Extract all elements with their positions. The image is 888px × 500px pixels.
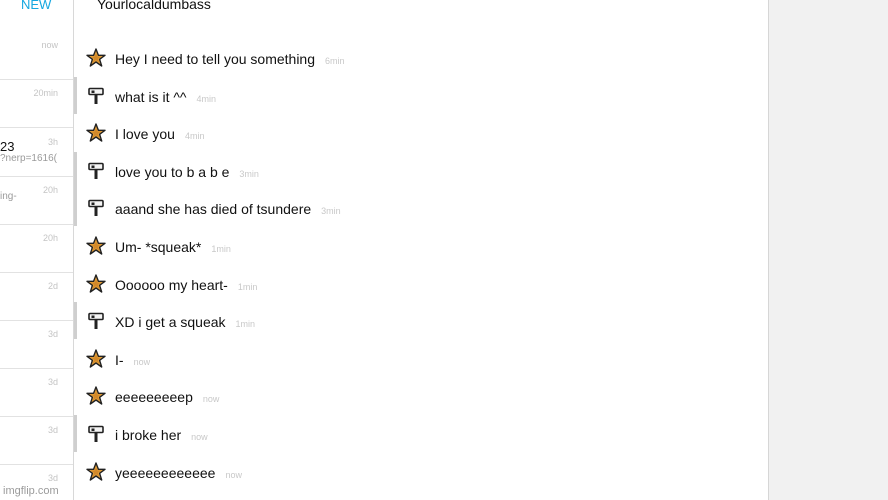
conversation-item[interactable]: now bbox=[0, 32, 73, 80]
message-text-wrap: I love you 4min bbox=[115, 126, 204, 142]
message-text-wrap: yeeeeeeeeeeee now bbox=[115, 465, 242, 481]
chat-message: yeeeeeeeeeeee now bbox=[74, 453, 768, 490]
hammer-icon[interactable] bbox=[86, 424, 106, 444]
chat-message: I love you 4min bbox=[74, 114, 768, 151]
conversation-item[interactable]: 3h 23 ?nerp=1616( bbox=[0, 129, 73, 177]
right-panel bbox=[768, 0, 888, 500]
star-icon[interactable] bbox=[86, 236, 106, 256]
star-icon[interactable] bbox=[86, 349, 106, 369]
star-icon[interactable] bbox=[86, 48, 106, 68]
message-text-wrap: aaand she has died of tsundere 3min bbox=[115, 201, 341, 217]
message-text: XD i get a squeak bbox=[115, 314, 226, 330]
message-text-wrap: Um- *squeak* 1min bbox=[115, 239, 231, 255]
hammer-icon[interactable] bbox=[86, 311, 106, 331]
message-text-wrap: eeeeeeeeep now bbox=[115, 389, 219, 405]
conversation-time: 20h bbox=[42, 233, 58, 243]
chat-message: aaand she has died of tsundere 3min bbox=[74, 189, 768, 226]
conversation-sidebar: NEW now 20min 3h 23 ?nerp=1616( 20h ing- 20h 2d 3… bbox=[0, 0, 74, 500]
conversation-time: 3d bbox=[47, 473, 58, 483]
message-text-wrap: XD i get a squeak 1min bbox=[115, 314, 255, 330]
message-time: 1min bbox=[211, 244, 231, 254]
star-icon[interactable] bbox=[86, 274, 106, 294]
message-text: I- bbox=[115, 352, 124, 368]
message-text: Um- *squeak* bbox=[115, 239, 202, 255]
conversation-title: 23 bbox=[0, 139, 15, 154]
message-time: 6min bbox=[325, 56, 345, 66]
conversation-snippet: ?nerp=1616( bbox=[0, 153, 57, 164]
conversation-time: 3h bbox=[47, 137, 58, 147]
conversation-time: 3d bbox=[47, 377, 58, 387]
message-text: I love you bbox=[115, 126, 175, 142]
message-time: now bbox=[133, 357, 151, 367]
hammer-icon[interactable] bbox=[86, 161, 106, 181]
message-text-wrap: what is it ^^ 4min bbox=[115, 89, 216, 105]
hammer-icon[interactable] bbox=[86, 86, 106, 106]
new-conversation-button[interactable]: NEW bbox=[21, 0, 51, 12]
chat-title: Yourlocaldumbass bbox=[97, 0, 211, 12]
message-time: now bbox=[202, 394, 220, 404]
message-text: what is it ^^ bbox=[115, 89, 187, 105]
message-time: now bbox=[225, 470, 242, 480]
message-time: 3min bbox=[239, 169, 259, 179]
message-text-wrap: i broke her now bbox=[115, 427, 208, 443]
chat-message: Hey I need to tell you something 6min bbox=[74, 39, 768, 76]
chat-message: Um- *squeak* 1min bbox=[74, 227, 768, 264]
conversation-item[interactable]: 20min bbox=[0, 80, 73, 128]
hammer-icon[interactable] bbox=[86, 198, 106, 218]
message-time: now bbox=[191, 432, 208, 442]
conversation-item[interactable]: 3d bbox=[0, 369, 73, 417]
chat-message: I-now bbox=[74, 340, 768, 377]
message-time: 4min bbox=[196, 94, 217, 104]
watermark: imgflip.com bbox=[3, 485, 59, 497]
message-text: yeeeeeeeeeeee bbox=[115, 465, 216, 481]
message-text-wrap: Oooooo my heart- 1min bbox=[115, 277, 257, 293]
message-time: 3min bbox=[321, 206, 341, 216]
chat-panel: Yourlocaldumbass Hey I need to tell you … bbox=[74, 0, 768, 500]
conversation-snippet: ing- bbox=[0, 191, 17, 202]
conversation-item[interactable]: 3d bbox=[0, 321, 73, 369]
conversation-item[interactable]: 2d bbox=[0, 273, 73, 321]
chat-message: love you to b a b e 3min bbox=[74, 152, 768, 189]
message-text-wrap: love you to b a b e 3min bbox=[115, 164, 259, 180]
message-time: 4min bbox=[184, 131, 205, 141]
chat-message: what is it ^^ 4min bbox=[74, 77, 768, 114]
chat-message: Oooooo my heart- 1min bbox=[74, 265, 768, 302]
conversation-time: 20h bbox=[42, 185, 58, 195]
message-text: Oooooo my heart- bbox=[115, 277, 228, 293]
star-icon[interactable] bbox=[86, 386, 106, 406]
conversation-item[interactable]: 3d bbox=[0, 417, 73, 465]
message-text: aaand she has died of tsundere bbox=[115, 201, 312, 217]
conversation-time: now bbox=[41, 40, 58, 50]
message-text-wrap: I-now bbox=[115, 352, 150, 368]
conversation-time: 20min bbox=[33, 88, 58, 98]
message-text: Hey I need to tell you something bbox=[115, 51, 316, 67]
chat-message: eeeeeeeeep now bbox=[74, 377, 768, 414]
conversation-item[interactable]: 20h bbox=[0, 225, 73, 273]
message-text-wrap: Hey I need to tell you something 6min bbox=[115, 51, 345, 67]
star-icon[interactable] bbox=[86, 123, 106, 143]
chat-message: XD i get a squeak 1min bbox=[74, 302, 768, 339]
conversation-time: 3d bbox=[47, 425, 58, 435]
conversation-time: 2d bbox=[47, 281, 58, 291]
message-time: 1min bbox=[235, 319, 256, 329]
star-icon[interactable] bbox=[86, 462, 106, 482]
conversation-item[interactable]: 20h ing- bbox=[0, 177, 73, 225]
conversation-time: 3d bbox=[47, 329, 58, 339]
message-time: 1min bbox=[237, 282, 258, 292]
message-text: eeeeeeeeep bbox=[115, 389, 193, 405]
message-text: i broke her bbox=[115, 427, 182, 443]
message-text: love you to b a b e bbox=[115, 164, 230, 180]
chat-message: i broke her now bbox=[74, 415, 768, 452]
